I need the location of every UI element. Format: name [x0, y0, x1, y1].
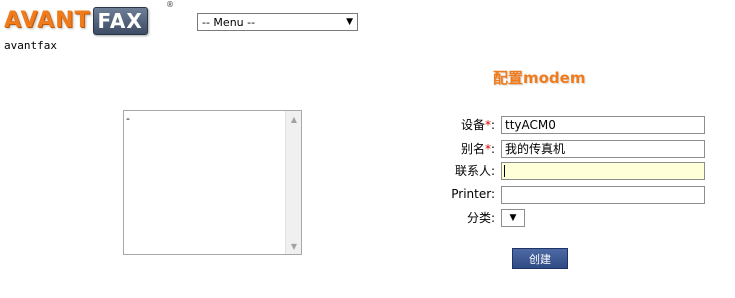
main-menu-selected-value: -- Menu -- — [202, 15, 256, 29]
device-label: 设备*: — [405, 116, 495, 134]
device-label-colon: : — [490, 118, 495, 132]
chevron-down-icon: ▼ — [346, 17, 353, 27]
alias-label: 别名*: — [405, 140, 495, 158]
contact-label: 联系人: — [454, 164, 495, 178]
create-button[interactable]: 创建 — [512, 248, 568, 269]
registered-mark: ® — [166, 0, 174, 9]
category-select[interactable]: ▼ — [501, 209, 525, 227]
logo-text-avant: AVANT — [4, 8, 91, 33]
notes-textarea-content: - — [126, 112, 130, 125]
category-label: 分类: — [466, 211, 495, 225]
chevron-down-icon: ▼ — [509, 213, 517, 223]
device-label-text: 设备 — [460, 118, 485, 132]
scroll-down-arrow-icon[interactable]: ▼ — [286, 238, 302, 254]
scroll-up-arrow-icon[interactable]: ▲ — [286, 111, 302, 127]
device-input[interactable]: ttyACM0 — [501, 116, 705, 134]
printer-label: Printer: — [451, 187, 495, 201]
logo-text-fax: FAX — [92, 7, 148, 35]
alias-input[interactable]: 我的传真机 — [501, 140, 705, 158]
avantfax-logo: AVANT FAX — [4, 5, 148, 37]
textarea-scrollbar[interactable]: ▲ ▼ — [285, 111, 301, 254]
page-title: 配置modem — [493, 69, 586, 87]
contact-input[interactable] — [501, 162, 705, 180]
alias-label-colon: : — [490, 142, 495, 156]
notes-textarea[interactable]: - ▲ ▼ — [123, 110, 302, 255]
alias-label-text: 别名 — [460, 142, 485, 156]
current-username: avantfax — [4, 39, 57, 52]
printer-input[interactable] — [501, 186, 705, 204]
main-menu-select[interactable]: -- Menu -- ▼ — [197, 13, 358, 31]
